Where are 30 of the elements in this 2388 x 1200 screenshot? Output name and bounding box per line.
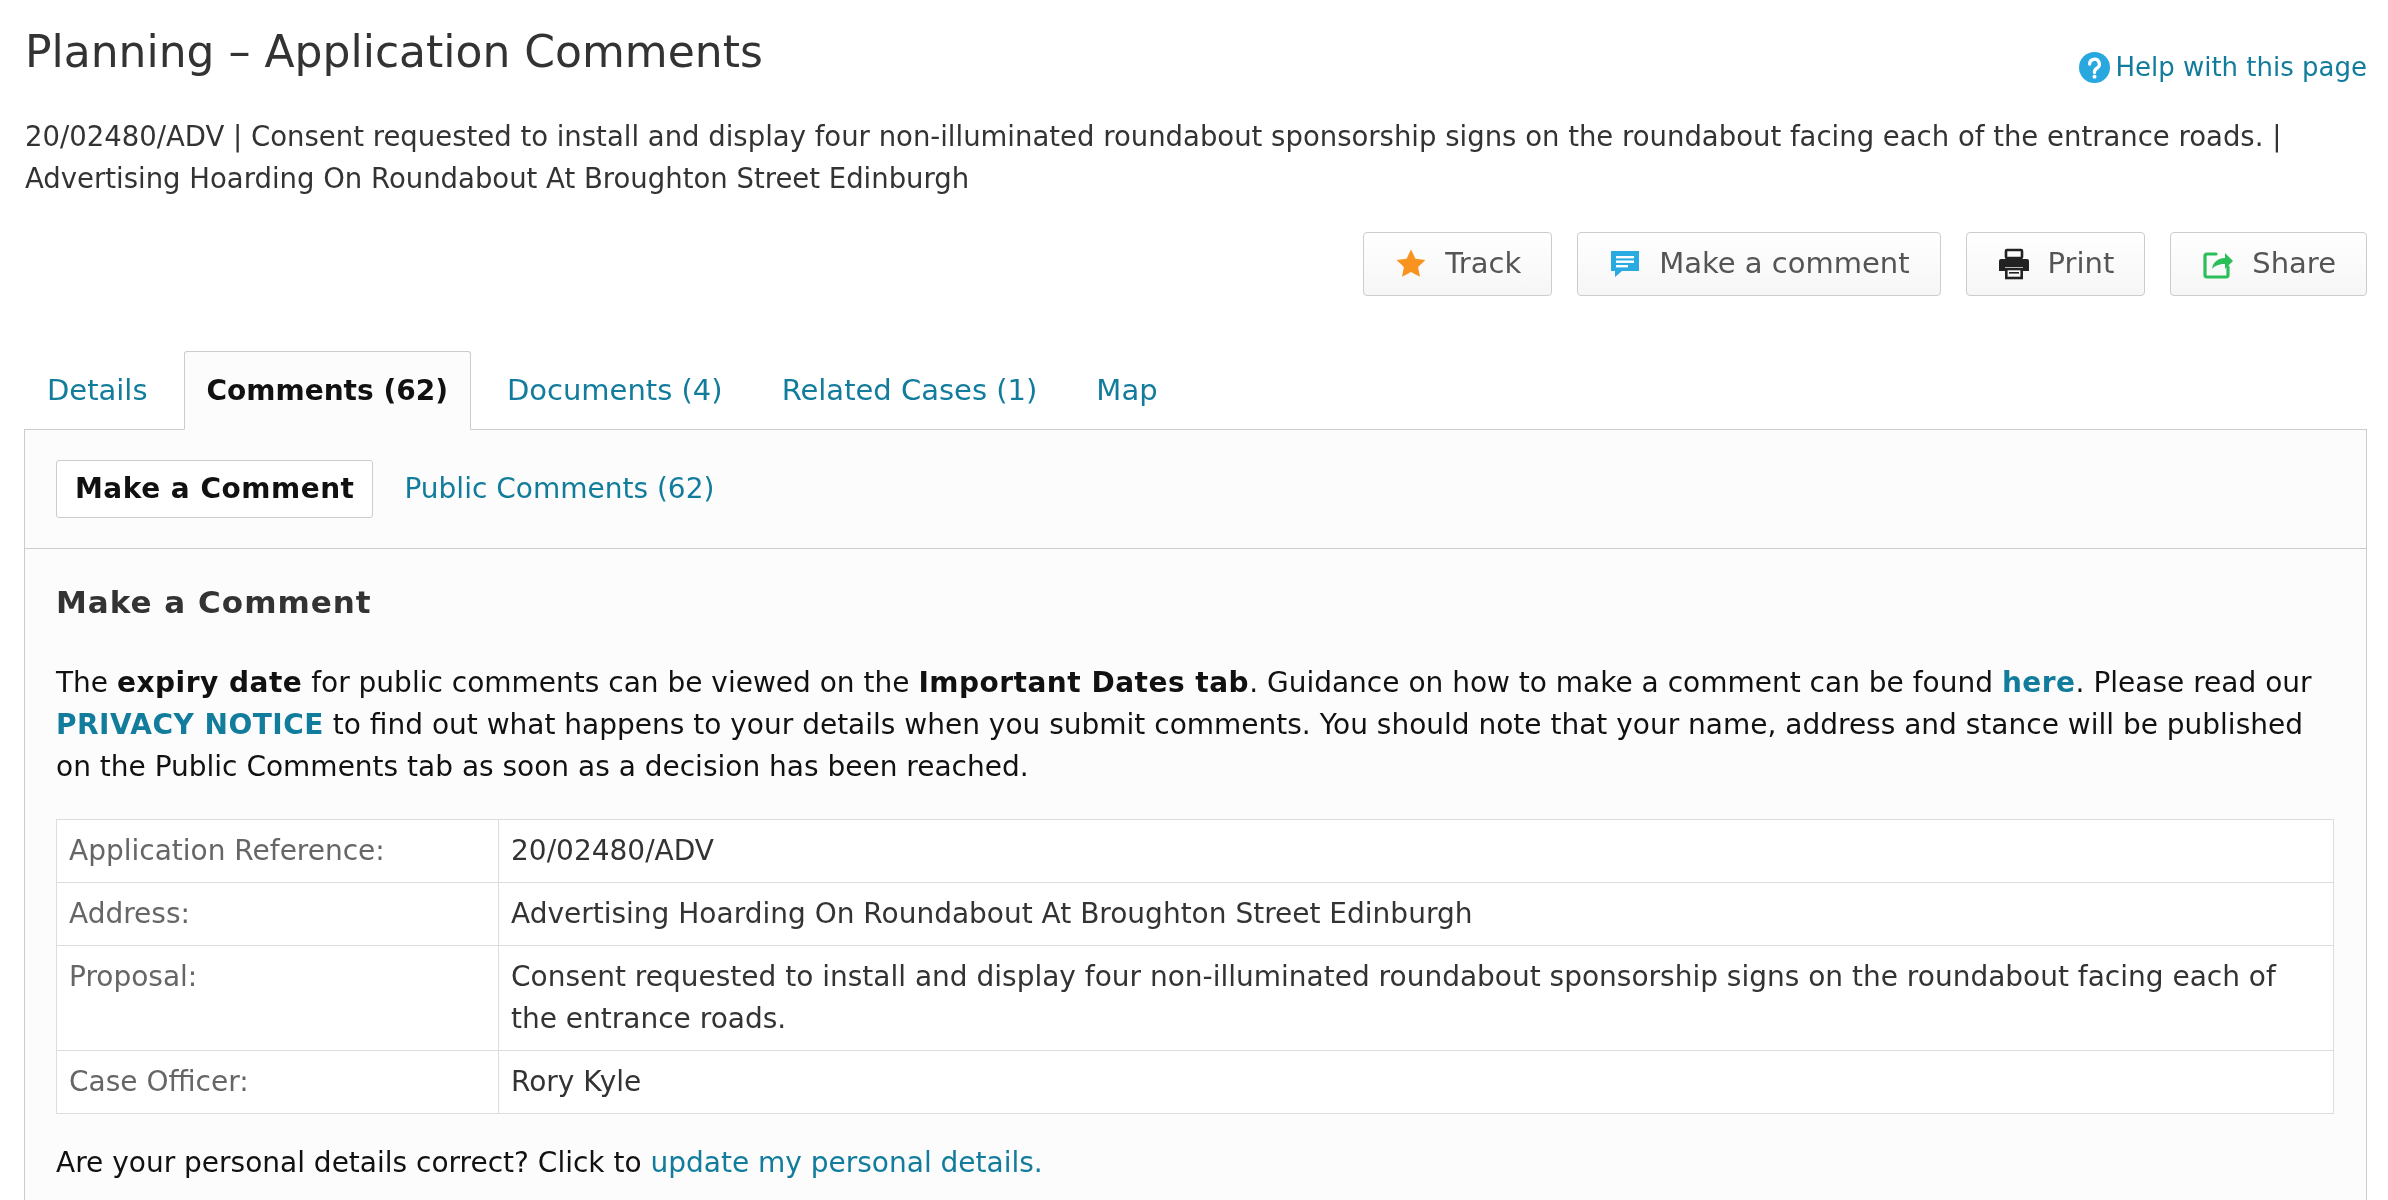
tab[interactable]: Details [24,351,171,431]
share-button[interactable]: Share [2170,232,2367,297]
field-value: Advertising Hoarding On Roundabout At Broughton Street Edinburgh [498,882,2334,946]
help-icon [2079,52,2111,84]
field-value: Consent requested to install and display four non-illuminated roundabout sponsorship signs on the roundabout facing each of the entrance roads. [498,945,2334,1051]
printer-icon [1997,248,2030,281]
print-button[interactable]: Print [1965,232,2146,297]
field-label: Address: [56,882,499,946]
track-button[interactable]: Track [1363,232,1553,297]
text-link[interactable]: PRIVACY NOTICE [56,708,324,742]
sub-tab[interactable]: Make a Comment [56,460,374,519]
field-label: Case Officer: [56,1050,499,1114]
help-link[interactable]: Help with this page [2079,52,2367,84]
application-summary: 20/02480/ADV | Consent requested to install and display four non-illuminated roundabout sponsorship signs on the roundabout facing each of the entrance roads. | Advertising Hoarding On Roundabout At Broughton Street Edinburgh [25,119,2283,197]
field-label: Proposal: [56,945,499,1051]
tab[interactable]: Comments (62) [183,351,471,431]
field-label: Application Reference: [56,819,499,883]
page-title: Planning – Application Comments [25,26,763,79]
personal-details-prompt: Are your personal details correct? Click to update my personal details. [56,1145,1044,1182]
update-details-link[interactable]: update my personal details. [650,1146,1043,1180]
tab[interactable]: Documents (4) [483,351,746,431]
intro-paragraph: The expiry date for public comments can be viewed on the Important Dates tab. Guidance on how to make a comment can be found here. Please read our PRIVACY NOTICE to find out what happens to your details when you submit comments. You should note that your name, address and stance will be published on the Public Comments tab as soon as a decision has been reached. [56,665,2313,786]
make-comment-button[interactable]: Make a comment [1577,232,1941,297]
field-value: 20/02480/ADV [498,819,2334,883]
tab[interactable]: Related Cases (1) [758,351,1061,431]
tab[interactable]: Map [1073,351,1181,431]
section-heading: Make a Comment [56,583,373,623]
field-value: Rory Kyle [498,1050,2334,1114]
text-link[interactable]: here [2001,666,2076,700]
sub-tab[interactable]: Public Comments (62) [385,460,734,519]
